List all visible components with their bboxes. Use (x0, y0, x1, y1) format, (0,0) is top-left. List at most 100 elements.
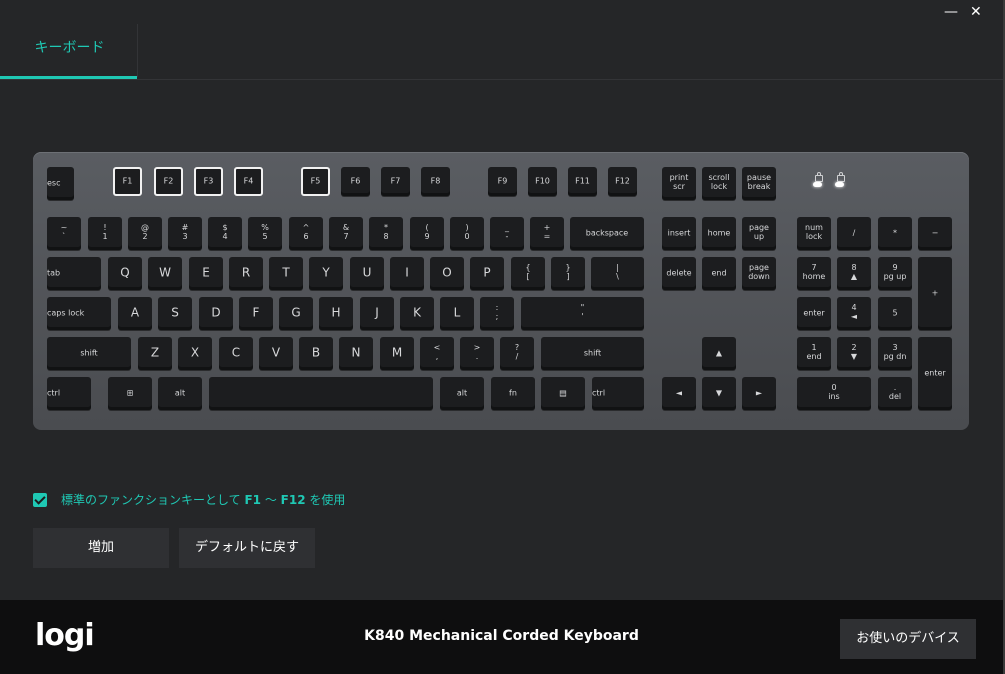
key[interactable]: A (118, 297, 152, 330)
key[interactable]: ⊞ (108, 377, 152, 410)
key[interactable]: alt (440, 377, 484, 410)
key[interactable]: backspace (570, 217, 644, 250)
close-button[interactable]: ✕ (970, 4, 982, 20)
key[interactable]: 3 pg dn (878, 337, 912, 370)
key[interactable]: B (299, 337, 333, 370)
key[interactable]: ► (742, 377, 776, 410)
key[interactable]: & 7 (329, 217, 363, 250)
key[interactable]: F3 (194, 167, 223, 196)
key[interactable]: end (702, 257, 736, 290)
key[interactable]: K (400, 297, 434, 330)
key[interactable]: ◄ (662, 377, 696, 410)
key[interactable]: 5 (878, 297, 912, 330)
key[interactable]: 0 ins (797, 377, 871, 410)
standard-fkeys-checkbox[interactable] (33, 493, 47, 507)
key[interactable]: ctrl (592, 377, 644, 410)
key[interactable]: / (837, 217, 871, 250)
key[interactable]: F11 (568, 167, 597, 196)
key[interactable]: ▲ (702, 337, 736, 370)
key[interactable]: O (430, 257, 464, 290)
key[interactable]: L (440, 297, 474, 330)
key[interactable]: T (269, 257, 303, 290)
key[interactable]: Q (108, 257, 142, 290)
key[interactable]: R (229, 257, 263, 290)
key[interactable]: F7 (381, 167, 410, 196)
key[interactable] (209, 377, 433, 410)
key[interactable]: home (702, 217, 736, 250)
key[interactable]: 8 ▲ (837, 257, 871, 290)
key[interactable]: ) 0 (450, 217, 484, 250)
tab-keyboard[interactable]: キーボード (2, 24, 138, 77)
key[interactable]: scroll lock (702, 167, 736, 200)
key[interactable]: ? / (500, 337, 534, 370)
key[interactable]: N (339, 337, 373, 370)
key[interactable]: F1 (113, 167, 142, 196)
key[interactable]: shift (47, 337, 131, 370)
key[interactable]: F6 (341, 167, 370, 196)
key[interactable]: F10 (528, 167, 557, 196)
key[interactable]: 9 pg up (878, 257, 912, 290)
key[interactable]: $ 4 (208, 217, 242, 250)
key[interactable]: ! 1 (88, 217, 122, 250)
key[interactable]: | \ (591, 257, 644, 290)
key[interactable]: % 5 (248, 217, 282, 250)
add-button[interactable]: 増加 (33, 528, 169, 568)
key[interactable]: U (350, 257, 384, 290)
key[interactable]: enter (797, 297, 831, 330)
key[interactable]: * (878, 217, 912, 250)
key[interactable]: page down (742, 257, 776, 290)
key[interactable]: W (148, 257, 182, 290)
key[interactable]: F9 (488, 167, 517, 196)
key[interactable]: F (239, 297, 273, 330)
key[interactable]: # 3 (168, 217, 202, 250)
key[interactable]: F12 (608, 167, 637, 196)
key[interactable]: X (178, 337, 212, 370)
key[interactable]: C (219, 337, 253, 370)
key[interactable]: > . (460, 337, 494, 370)
key[interactable]: ^ 6 (289, 217, 323, 250)
key[interactable]: F5 (301, 167, 330, 196)
key[interactable]: ( 9 (410, 217, 444, 250)
key[interactable]: enter (918, 337, 952, 410)
key[interactable]: 4 ◄ (837, 297, 871, 330)
key[interactable]: V (259, 337, 293, 370)
key[interactable]: 2 ▼ (837, 337, 871, 370)
key[interactable]: esc (47, 167, 74, 200)
key[interactable]: J (360, 297, 394, 330)
key[interactable]: − (918, 217, 952, 250)
key[interactable]: M (380, 337, 414, 370)
key[interactable]: } ] (551, 257, 585, 290)
minimize-button[interactable]: — (944, 4, 958, 20)
key[interactable]: Y (309, 257, 343, 290)
key[interactable]: @ 2 (128, 217, 162, 250)
key[interactable]: { [ (511, 257, 545, 290)
key[interactable]: F8 (421, 167, 450, 196)
key[interactable]: tab (47, 257, 101, 290)
key[interactable]: ~ ` (47, 217, 81, 250)
key[interactable]: delete (662, 257, 696, 290)
key[interactable]: * 8 (369, 217, 403, 250)
key[interactable]: E (189, 257, 223, 290)
key[interactable]: shift (541, 337, 644, 370)
key[interactable]: page up (742, 217, 776, 250)
key[interactable]: ctrl (47, 377, 91, 410)
key[interactable]: pause break (742, 167, 776, 200)
key[interactable]: S (158, 297, 192, 330)
key[interactable]: 1 end (797, 337, 831, 370)
key[interactable]: H (319, 297, 353, 330)
key[interactable]: " ' (521, 297, 644, 330)
key[interactable]: caps lock (47, 297, 111, 330)
key[interactable]: D (199, 297, 233, 330)
key[interactable]: + (918, 257, 952, 330)
key[interactable]: print scr (662, 167, 696, 200)
key[interactable]: P (470, 257, 504, 290)
key[interactable]: G (279, 297, 313, 330)
key[interactable]: . del (878, 377, 912, 410)
restore-defaults-button[interactable]: デフォルトに戻す (179, 528, 315, 568)
key[interactable]: F2 (154, 167, 183, 196)
key[interactable]: ▼ (702, 377, 736, 410)
key[interactable]: ▤ (541, 377, 585, 410)
key[interactable]: < , (420, 337, 454, 370)
key[interactable]: : ; (480, 297, 514, 330)
key[interactable]: + = (530, 217, 564, 250)
